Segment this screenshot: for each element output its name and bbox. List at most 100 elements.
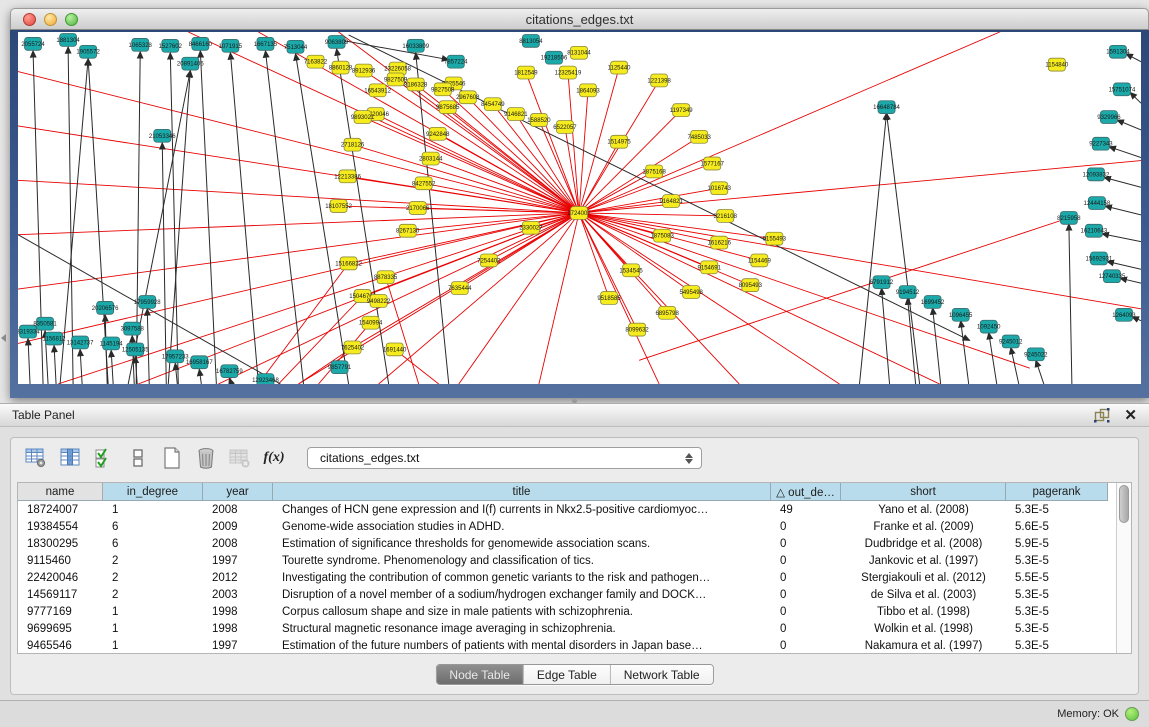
column-header-out_degree[interactable]: △ out_de… [771,483,841,501]
graph-node[interactable]: 6895798 [655,306,679,319]
delete-table-button[interactable] [225,444,255,472]
graph-node[interactable]: 1527602 [159,39,183,52]
graph-node[interactable]: 2803144 [419,152,443,165]
create-table-button[interactable] [157,444,187,472]
table-row[interactable]: 1872400712008Changes of HCN gene express… [18,501,1116,518]
graph-node[interactable]: 1812549 [514,66,538,79]
graph-node[interactable]: 7254402 [477,254,501,267]
column-header-short[interactable]: short [841,483,1006,501]
graph-node[interactable]: 9063809 [325,35,349,48]
graph-node[interactable]: 2718126 [341,138,365,151]
graph-node[interactable]: 12093832 [1083,168,1110,181]
graph-node[interactable]: 16033809 [402,39,429,52]
graph-node[interactable]: 9498222 [367,295,391,308]
tab-network-table[interactable]: Network Table [610,665,713,684]
table-row[interactable]: 1456911722003Disruption of a novel membe… [18,586,1116,603]
graph-node[interactable]: 1881304 [56,33,80,46]
graph-node[interactable]: 8813054 [519,34,543,47]
graph-node[interactable]: 1154840 [1045,58,1069,71]
graph-node[interactable]: 8215958 [1057,211,1081,224]
graph-node[interactable]: 1875083 [650,229,674,242]
table-row[interactable]: 969969511998Structural magnetic resonanc… [18,620,1116,637]
graph-node[interactable]: 16958167 [186,356,213,369]
graph-node[interactable]: 1197349 [670,104,694,117]
panel-collapse-arrow[interactable] [1,334,6,342]
graph-node[interactable]: 1264093 [1112,308,1136,321]
graph-node[interactable]: 1016743 [708,182,732,195]
memory-status-indicator[interactable] [1125,707,1139,721]
column-header-pagerank[interactable]: pagerank [1006,483,1108,501]
graph-node[interactable]: 12740335 [1099,270,1126,283]
graph-node[interactable]: 9164821 [659,195,683,208]
graph-node[interactable]: 9518585 [597,292,621,305]
graph-node[interactable]: 7513044 [284,40,308,53]
graph-node[interactable]: 1071915 [219,39,243,52]
graph-node[interactable]: 3097588 [121,322,145,335]
graph-node[interactable]: 1156812 [43,332,67,345]
graph-node[interactable]: 17959928 [134,296,161,309]
graph-node[interactable]: 8095493 [739,279,763,292]
close-panel-icon[interactable]: ✕ [1124,408,1137,423]
graph-node[interactable]: 1540994 [359,316,383,329]
graph-node[interactable]: 12444158 [1084,197,1111,210]
graph-node[interactable]: 8466160 [189,37,213,50]
graph-node[interactable]: 7163822 [304,55,328,68]
graph-node[interactable]: 9194512 [896,286,920,299]
delete-rows-button[interactable] [191,444,221,472]
graph-node[interactable]: 1534545 [619,264,643,277]
graph-node[interactable]: 15166822 [335,257,362,270]
graph-node[interactable]: 2170066 [406,202,430,215]
graph-node[interactable]: 12325419 [555,66,582,79]
table-row[interactable]: 946554611997Estimation of the future num… [18,637,1116,653]
graph-node[interactable]: 8131044 [567,46,591,59]
graph-hub-node[interactable]: 1724007 [567,207,591,220]
table-row[interactable]: 2242004622012Investigating the contribut… [18,569,1116,586]
graph-node[interactable]: 5495498 [679,286,703,299]
graph-node[interactable]: 16210643 [1081,224,1108,237]
graph-node[interactable]: 8186328 [404,78,428,91]
graph-node[interactable]: 1667135 [254,37,278,50]
graph-node[interactable]: 9827508 [431,83,455,96]
graph-node[interactable]: 16543912 [364,84,391,97]
graph-node[interactable]: 7625402 [341,341,365,354]
graph-node[interactable]: 18107552 [325,200,352,213]
graph-node[interactable]: 1577167 [701,157,725,170]
table-row[interactable]: 977716911998Corpus callosum shape and si… [18,603,1116,620]
graph-node[interactable]: 1125440 [608,61,632,74]
table-scrollbar-thumb[interactable] [1119,485,1129,523]
table-row[interactable]: 1938455462009Genome-wide association stu… [18,518,1116,535]
graph-node[interactable]: 1588520 [527,114,551,127]
table-scrollbar[interactable] [1116,483,1131,653]
graph-node[interactable]: 1221398 [647,74,671,87]
graph-node[interactable]: 8912936 [352,64,376,77]
graph-node[interactable]: 9242848 [426,127,450,140]
graph-node[interactable]: 9227343 [1089,137,1113,150]
graph-node[interactable]: 16782759 [216,365,243,378]
column-header-in_degree[interactable]: in_degree [103,483,203,501]
graph-node[interactable]: 15692931 [1086,252,1113,265]
graph-node[interactable]: 19218506 [541,51,568,64]
column-header-title[interactable]: title [273,483,771,501]
graph-node[interactable]: 7635444 [448,282,472,295]
graph-node[interactable]: 2055724 [21,37,45,50]
unselect-rows-button[interactable] [123,444,153,472]
graph-node[interactable]: 2967608 [456,91,480,104]
graph-node[interactable]: 8427552 [412,177,436,190]
graph-node[interactable]: 7485033 [688,130,712,143]
graph-node[interactable]: 1154469 [748,254,772,267]
graph-node[interactable]: 12505135 [122,343,149,356]
graph-node[interactable]: 2330027 [519,221,543,234]
tab-edge-table[interactable]: Edge Table [523,665,610,684]
graph-node[interactable]: 1616216 [708,236,732,249]
graph-node[interactable]: 9155493 [763,232,787,245]
graph-node[interactable]: 1875168 [642,165,666,178]
graph-node[interactable]: 1864093 [576,84,600,97]
select-all-rows-button[interactable] [89,444,119,472]
graph-node[interactable]: 20206576 [92,301,119,314]
graph-node[interactable]: 9154691 [698,261,722,274]
graph-node[interactable]: 1691440 [383,343,407,356]
column-header-name[interactable]: name [18,483,103,501]
graph-node[interactable]: 1092450 [977,320,1001,333]
graph-node[interactable]: 9875685 [436,101,460,114]
graph-node[interactable]: 8878335 [374,271,398,284]
